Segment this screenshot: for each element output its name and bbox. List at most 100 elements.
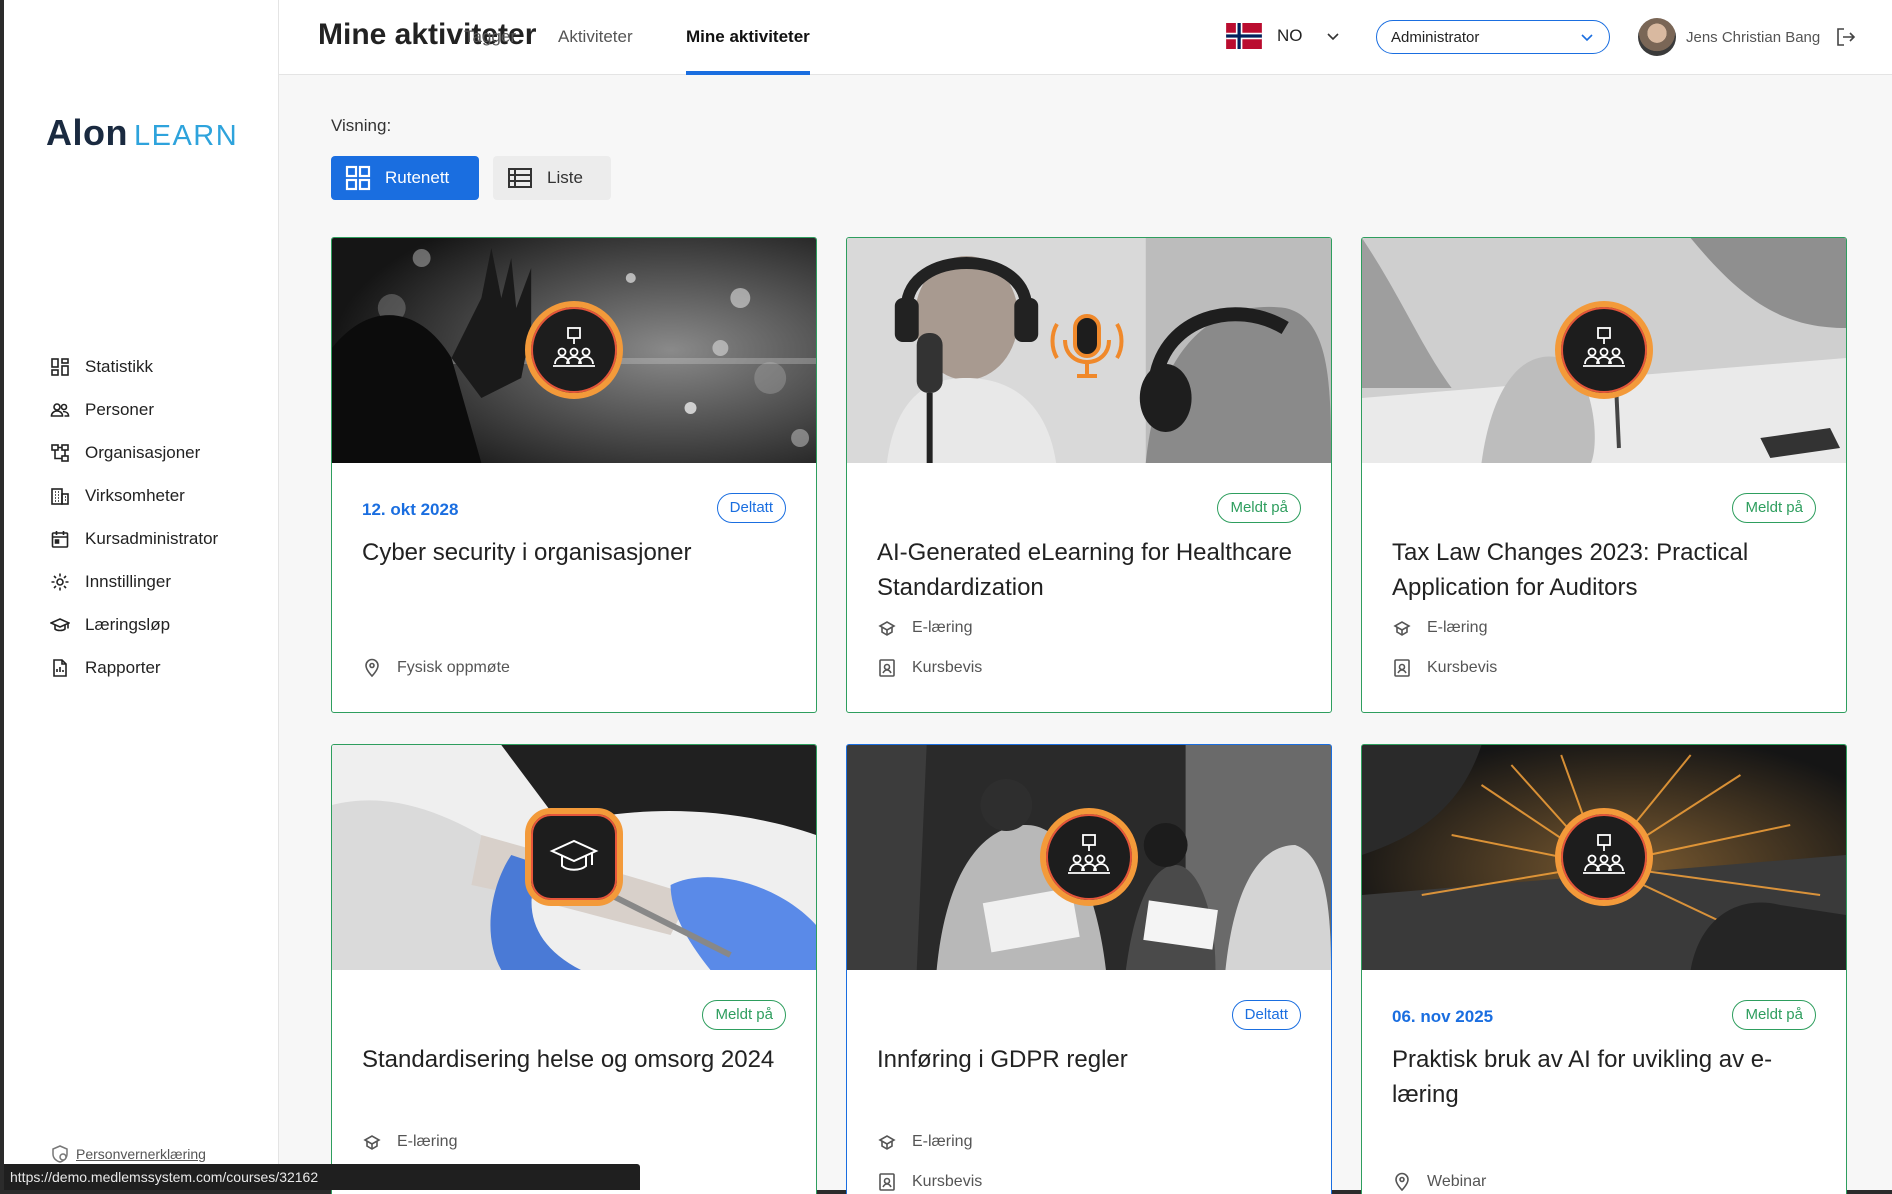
card-image [847,745,1331,970]
user-name: Jens Christian Bang [1686,28,1821,46]
classroom-icon [1583,834,1625,874]
language-code: NO [1277,26,1303,45]
card-meta-text: E-læring [912,1133,973,1150]
calendar-icon [51,530,69,548]
card-title: Standardisering helse og omsorg 2024 [362,1046,775,1073]
classroom-icon [1068,834,1110,874]
dashboard-icon [51,357,69,376]
sidebar-item-laeringslop[interactable]: Læringsløp [50,603,218,646]
podcast-microphone-icon [1050,314,1124,378]
sidebar-item-label: Innstillinger [85,571,171,591]
classroom-badge [1555,808,1653,906]
gear-icon [51,573,69,590]
card-date: 12. okt 2028 [362,500,459,519]
activity-card[interactable]: Meldt på AI-Generated eLearning for Heal… [846,237,1332,713]
sidebar-item-label: Virksomheter [85,485,185,505]
card-title: Praktisk bruk av AI for uvikling av e-læ… [1392,1046,1773,1108]
user-menu[interactable]: Jens Christian Bang [1638,18,1820,56]
status-badge: Meldt på [1732,1000,1816,1030]
org-chart-icon [51,443,69,462]
classroom-icon [1583,327,1625,367]
activity-card[interactable]: Meldt på Tax Law Changes 2023: Practical… [1361,237,1847,713]
sidebar-item-personer[interactable]: Personer [50,388,218,431]
status-badge: Meldt på [1732,493,1816,523]
sidebar-item-organisasjoner[interactable]: Organisasjoner [50,431,218,474]
sidebar-item-innstillinger[interactable]: Innstillinger [50,560,218,603]
card-meta-item: Kursbevis [877,658,982,678]
card-meta-text: Webinar [1427,1173,1487,1190]
status-badge: Deltatt [1231,1000,1301,1030]
card-meta-item: Kursbevis [877,1172,982,1192]
role-select-value: Administrator [1391,28,1480,46]
classroom-icon [553,327,595,367]
card-meta-item: E-læring [1392,618,1487,638]
elearning-icon [363,1135,381,1150]
elearning-icon [878,621,896,636]
people-icon [50,402,70,417]
sidebar: Alon LEARN Statistikk Personer Organisas… [4,0,279,1190]
certificate-icon [879,1173,895,1191]
card-title: AI-Generated eLearning for Healthcare St… [877,539,1292,601]
card-meta-item: E-læring [877,1132,972,1152]
norway-flag-icon [1226,23,1262,49]
card-meta-item: Fysisk oppmøte [362,658,510,678]
graduation-cap-icon [50,617,70,631]
sidebar-item-kursadministrator[interactable]: Kursadministrator [50,517,218,560]
activity-card[interactable]: 06. nov 2025 Meldt på Praktisk bruk av A… [1361,744,1847,1194]
card-meta-text: E-læring [912,619,973,636]
main-content: Visning: Rutenett Liste 12. okt 2028 Del… [279,76,1892,1194]
grid-view-button[interactable]: Rutenett [331,156,479,200]
sidebar-item-label: Personer [85,399,154,419]
certificate-icon [1394,659,1410,677]
sidebar-item-rapporter[interactable]: Rapporter [50,646,218,689]
tab-tagger[interactable]: Tagger [464,0,516,75]
status-badge: Meldt på [702,1000,786,1030]
activity-card[interactable]: 12. okt 2028 Deltatt Cyber security i or… [331,237,817,713]
sidebar-item-label: Læringsløp [85,614,171,634]
sidebar-item-label: Statistikk [85,356,154,376]
classroom-badge [1555,301,1653,399]
logout-icon[interactable] [1835,26,1857,48]
card-meta-text: Fysisk oppmøte [397,659,510,676]
card-image [1362,238,1846,463]
building-icon [51,487,69,505]
elearning-icon [1393,621,1411,636]
card-meta-item: E-læring [362,1132,457,1152]
list-view-label: Liste [547,168,583,187]
sidebar-nav: Statistikk Personer Organisasjoner Virks… [50,345,218,689]
grid-view-label: Rutenett [385,168,450,187]
tab-aktiviteter[interactable]: Aktiviteter [558,0,633,75]
sidebar-item-statistikk[interactable]: Statistikk [50,345,218,388]
sidebar-item-label: Kursadministrator [85,528,219,548]
card-meta-text: Kursbevis [912,1173,983,1190]
classroom-badge [525,301,623,399]
report-icon [53,658,67,677]
card-meta-text: E-læring [1427,619,1488,636]
view-label: Visning: [331,116,392,135]
privacy-link[interactable]: Personvernerklæring [76,1146,206,1162]
grid-icon [345,165,371,191]
logo-learn-text: LEARN [133,120,239,152]
elearning-icon [878,1135,896,1150]
sidebar-item-virksomheter[interactable]: Virksomheter [50,474,218,517]
card-image [332,238,816,463]
activity-card[interactable]: Deltatt Innføring i GDPR regler E-læring… [846,744,1332,1194]
activity-card[interactable]: Meldt på Standardisering helse og omsorg… [331,744,817,1194]
card-image [332,745,816,970]
card-title: Cyber security i organisasjoner [362,539,692,566]
list-view-button[interactable]: Liste [493,156,611,200]
chevron-down-icon [1581,34,1593,42]
card-image [847,238,1331,463]
app-window: Alon LEARN Statistikk Personer Organisas… [4,0,1892,1194]
sidebar-item-label: Rapporter [85,657,161,677]
card-title: Tax Law Changes 2023: Practical Applicat… [1392,539,1749,601]
card-meta-text: Kursbevis [912,659,983,676]
alon-learn-logo[interactable]: Alon LEARN [46,112,238,154]
link-url-statusbar: https://demo.medlemssystem.com/courses/3… [4,1164,640,1190]
location-pin-icon [1395,1172,1409,1192]
language-selector[interactable]: NO [1225,23,1341,49]
card-meta-text: E-læring [397,1133,458,1150]
role-select[interactable]: Administrator [1376,20,1610,54]
card-meta-text: Kursbevis [1427,659,1498,676]
tab-mine-aktiviteter[interactable]: Mine aktiviteter [686,0,810,75]
